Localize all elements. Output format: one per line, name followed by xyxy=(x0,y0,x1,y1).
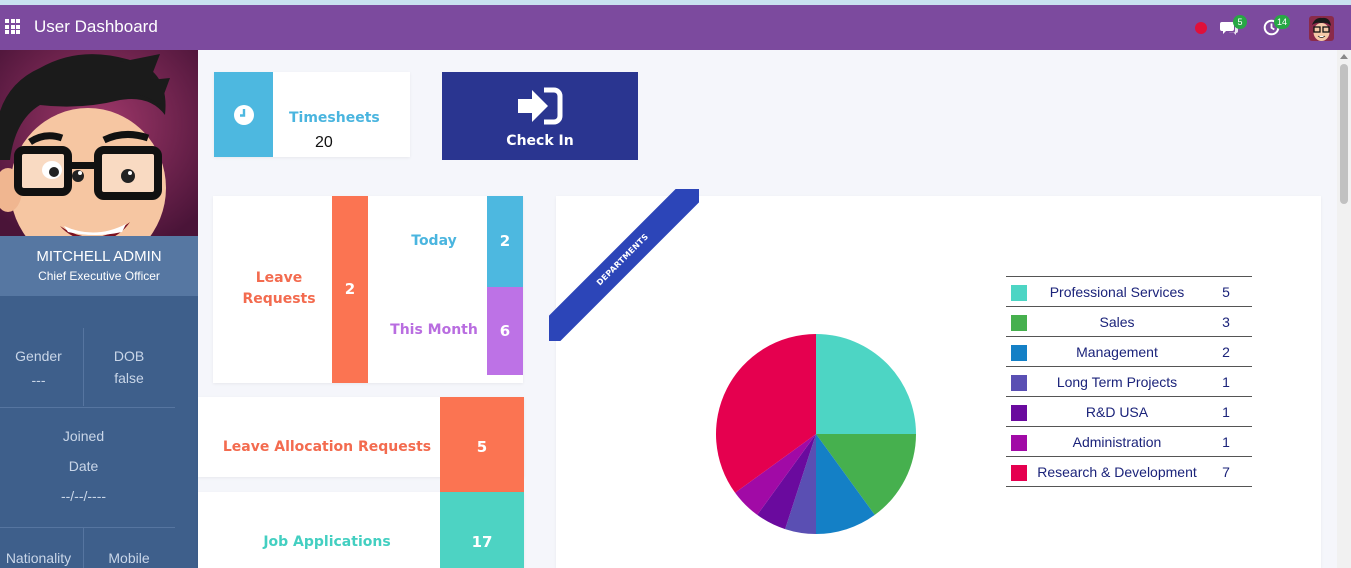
legend-value: 1 xyxy=(1222,434,1230,450)
gender-value: --- xyxy=(31,372,46,388)
messages-count-badge: 5 xyxy=(1233,15,1247,29)
legend-row: R&D USA 1 xyxy=(1006,397,1252,427)
column-divider xyxy=(83,528,84,568)
clock-icon xyxy=(234,105,254,125)
legend-row: Sales 3 xyxy=(1006,307,1252,337)
departments-pie-chart xyxy=(716,334,916,534)
job-applications-label: Job Applications xyxy=(263,534,391,550)
employee-name-box: MITCHELL ADMIN Chief Executive Officer xyxy=(0,236,198,296)
employee-name: MITCHELL ADMIN xyxy=(36,248,162,265)
profile-sidebar: MITCHELL ADMIN Chief Executive Officer G… xyxy=(0,50,198,568)
legend-value: 1 xyxy=(1222,404,1230,420)
this-month-label: This Month xyxy=(390,322,478,338)
recording-dot-icon[interactable] xyxy=(1195,22,1207,34)
legend-value: 7 xyxy=(1222,464,1230,480)
departments-legend: Professional Services 5 Sales 3 Management 2 L… xyxy=(1006,276,1252,487)
employee-job-title: Chief Executive Officer xyxy=(38,269,160,283)
legend-row: Professional Services 5 xyxy=(1006,277,1252,307)
joined-label: Joined xyxy=(62,428,105,444)
pie-slice-professional-services[interactable] xyxy=(816,334,916,434)
legend-label: Long Term Projects xyxy=(1056,374,1178,390)
dob-value: false xyxy=(114,370,144,386)
legend-label: Administration xyxy=(1072,434,1162,450)
legend-swatch xyxy=(1011,465,1027,481)
leave-requests-count: 2 xyxy=(332,196,368,383)
app-title: User Dashboard xyxy=(34,17,158,36)
legend-value: 2 xyxy=(1222,344,1230,360)
legend-label: Sales xyxy=(1099,314,1135,330)
legend-swatch xyxy=(1011,285,1027,301)
joined-value: --/--/---- xyxy=(60,488,107,504)
check-in-label: Check In xyxy=(506,133,574,149)
activities-count-badge: 14 xyxy=(1274,15,1291,29)
legend-value: 1 xyxy=(1222,374,1230,390)
job-applications-count: 17 xyxy=(440,492,524,568)
timesheets-icon-box xyxy=(214,72,273,157)
legend-row: Administration 1 xyxy=(1006,427,1252,457)
leave-allocation-card[interactable]: Leave Allocation Requests 5 xyxy=(198,397,524,492)
joined-date-label: Date xyxy=(68,458,99,474)
legend-label: Research & Development xyxy=(1037,464,1197,480)
apps-grid-icon[interactable] xyxy=(5,19,20,34)
row-divider xyxy=(0,407,175,408)
ribbon-fold xyxy=(688,189,696,196)
profile-photo xyxy=(0,50,198,236)
mobile-label: Mobile xyxy=(108,550,150,566)
nationality-label: Nationality xyxy=(5,550,72,566)
legend-row: Management 2 xyxy=(1006,337,1252,367)
gender-label: Gender xyxy=(15,348,62,364)
ribbon-fold xyxy=(549,330,556,338)
legend-label: Professional Services xyxy=(1049,284,1185,300)
legend-swatch xyxy=(1011,315,1027,331)
dob-label: DOB xyxy=(113,348,145,364)
legend-swatch xyxy=(1011,375,1027,391)
page-scrollbar[interactable] xyxy=(1337,50,1351,568)
legend-row: Research & Development 7 xyxy=(1006,457,1252,487)
legend-label: Management xyxy=(1076,344,1158,360)
check-in-button[interactable]: Check In xyxy=(442,72,638,160)
column-divider xyxy=(83,328,84,406)
leave-requests-card[interactable]: Leave Requests 2 Today 2 This Month 6 xyxy=(213,196,523,383)
legend-value: 3 xyxy=(1222,314,1230,330)
user-avatar[interactable] xyxy=(1309,16,1334,41)
leave-requests-label: Leave Requests xyxy=(242,270,316,307)
sign-in-icon xyxy=(518,87,563,125)
scrollbar-thumb[interactable] xyxy=(1340,64,1348,204)
today-count: 2 xyxy=(487,196,523,287)
timesheets-card[interactable]: Timesheets 20 xyxy=(214,72,410,157)
job-applications-card[interactable]: Job Applications 17 xyxy=(198,492,524,568)
leave-allocation-label: Leave Allocation Requests xyxy=(222,439,432,455)
legend-swatch xyxy=(1011,345,1027,361)
row-divider xyxy=(0,527,175,528)
timesheets-value: 20 xyxy=(315,134,333,151)
legend-row: Long Term Projects 1 xyxy=(1006,367,1252,397)
legend-swatch xyxy=(1011,405,1027,421)
today-label: Today xyxy=(411,233,457,249)
scroll-up-arrow-icon[interactable] xyxy=(1340,54,1348,59)
timesheets-label: Timesheets xyxy=(289,110,380,126)
legend-value: 5 xyxy=(1222,284,1230,300)
this-month-count: 6 xyxy=(487,287,523,375)
leave-allocation-count: 5 xyxy=(440,397,524,492)
top-navbar: User Dashboard 5 14 xyxy=(0,5,1351,50)
legend-label: R&D USA xyxy=(1085,404,1149,420)
legend-swatch xyxy=(1011,435,1027,451)
